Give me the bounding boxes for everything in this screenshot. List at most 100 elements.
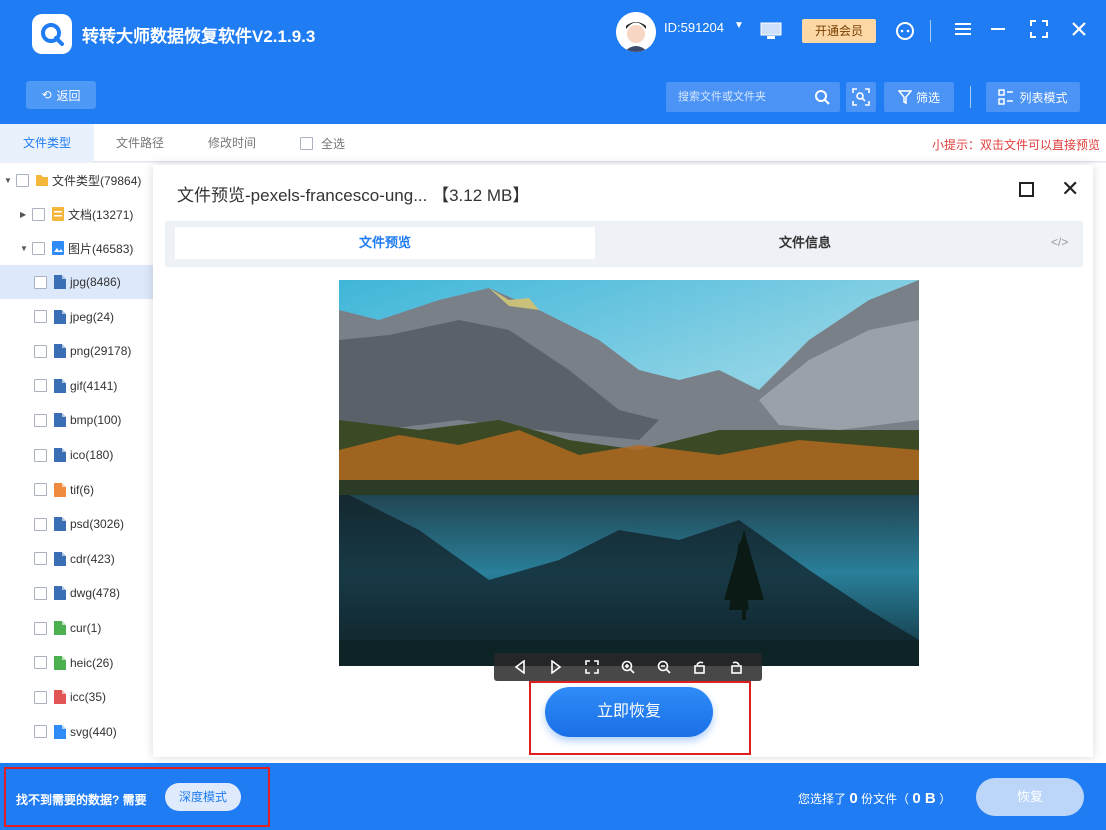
rotate-right-icon[interactable] [727,658,745,676]
tree-checkbox[interactable] [34,275,47,289]
tree-checkbox[interactable] [34,448,47,462]
recover-now-button[interactable]: 立即恢复 [545,687,713,737]
tree-label: cur(1) [70,621,102,635]
image-preview [339,280,919,666]
close-icon[interactable]: ✕ [1061,178,1079,200]
support-icon[interactable] [894,20,916,47]
user-id[interactable]: ID:591204 [664,20,724,35]
list-mode-label: 列表模式 [1019,90,1068,105]
tree-label: gif(4141) [70,378,118,393]
tree-item[interactable]: psd(3026) [0,507,156,541]
next-icon[interactable] [547,658,565,676]
tree-item[interactable]: jpg(8486) [0,265,156,299]
icc-file-icon [53,689,67,705]
fit-screen-icon[interactable] [583,658,601,676]
minimize-icon[interactable] [990,20,1006,43]
select-all-label: 全选 [321,137,346,151]
tree-checkbox[interactable] [34,621,47,635]
tab-file-type[interactable]: 文件类型 [0,124,94,162]
tree-checkbox[interactable] [34,552,47,566]
folder-icon [35,172,49,188]
menu-icon[interactable] [954,20,972,43]
tree-checkbox[interactable] [34,517,47,531]
tree-item[interactable]: png(29178) [0,334,156,368]
tree-checkbox[interactable] [34,586,47,600]
tree-label: jpg(8486) [70,275,121,289]
zoom-in-icon[interactable] [619,658,637,676]
tab-file-preview[interactable]: 文件预览 [175,227,595,259]
image-folder-icon [51,240,65,256]
filter-label: 筛选 [915,90,940,105]
dialog-tabs: 文件预览 文件信息 </> [165,221,1083,267]
tree-label: bmp(100) [70,413,122,428]
tree-item[interactable]: dwg(478) [0,576,156,610]
heic-file-icon [53,655,67,671]
tree-checkbox[interactable] [34,310,47,324]
image-file-icon [53,412,67,428]
fullscreen-icon[interactable] [1030,20,1048,43]
tree-checkbox[interactable] [16,173,29,187]
tree-item[interactable]: ico(180) [0,438,156,472]
tree-images[interactable]: ▼ 图片(46583) [0,231,156,265]
expand-arrow-icon[interactable]: ▶ [20,210,30,219]
tree-checkbox[interactable] [34,690,47,704]
tree-root[interactable]: ▼ 文件类型(79864) [0,163,156,197]
tree-label: png(29178) [70,344,132,359]
header-divider [930,20,931,42]
zoom-out-icon[interactable] [655,658,673,676]
image-toolbar [494,653,762,681]
search-icon[interactable] [814,89,830,110]
user-avatar[interactable] [616,12,656,52]
chevron-down-icon[interactable]: ▼ [734,20,744,31]
recover-button[interactable]: 恢复 [976,778,1084,816]
tree-checkbox[interactable] [34,725,47,739]
tab-file-info[interactable]: 文件信息 [595,227,1015,259]
tree-item[interactable]: gif(4141) [0,369,156,403]
selected-prefix: 您选择了 [798,792,847,806]
app-header: 转转大师数据恢复软件V2.1.9.3 ID:591204 ▼ 开通会员 ⟲ 返回… [0,0,1106,124]
tree-checkbox[interactable] [34,413,47,427]
select-all[interactable]: 全选 [300,135,345,152]
tab-file-path[interactable]: 文件路径 [94,124,186,162]
tree-checkbox[interactable] [34,379,47,393]
tree-label: dwg(478) [70,586,121,601]
tree-item[interactable]: cur(1) [0,611,156,645]
tree-checkbox[interactable] [34,656,47,670]
tree-item[interactable]: bmp(100) [0,403,156,437]
tree-docs[interactable]: ▶ 文档(13271) [0,197,156,231]
select-all-checkbox[interactable] [300,137,313,150]
expand-arrow-icon[interactable]: ▼ [4,176,14,185]
tree-item[interactable]: cdr(423) [0,542,156,576]
tree-checkbox[interactable] [34,483,47,497]
tree-label: svg(440) [70,724,117,739]
svg-file-icon [53,724,67,740]
back-button[interactable]: ⟲ 返回 [26,81,96,109]
tab-modified-time[interactable]: 修改时间 [186,124,278,162]
tree-item[interactable]: heic(26) [0,646,156,680]
tree-checkbox[interactable] [34,344,47,358]
deep-mode-button[interactable]: 深度模式 [165,783,241,811]
tree-checkbox[interactable] [32,241,45,255]
image-file-icon [53,516,67,532]
vip-button[interactable]: 开通会员 [802,19,876,43]
tree-item[interactable]: icc(35) [0,680,156,714]
app-logo [32,14,72,54]
search-input[interactable] [666,82,811,112]
filter-button[interactable]: 筛选 [884,82,954,112]
tree-checkbox[interactable] [32,207,45,221]
previous-icon[interactable] [511,658,529,676]
image-file-icon [53,447,67,463]
tree-item[interactable]: tif(6) [0,473,156,507]
monitor-icon[interactable] [760,22,782,45]
tree-item[interactable]: jpeg(24) [0,300,156,334]
tip-text: 小提示：双击文件可以直接预览 [931,138,1100,152]
close-app-icon[interactable] [1070,20,1088,43]
code-icon[interactable]: </> [1051,235,1068,249]
expand-arrow-icon[interactable]: ▼ [20,244,30,253]
search-scan-button[interactable] [846,82,876,112]
rotate-left-icon[interactable] [691,658,709,676]
maximize-icon[interactable] [1019,182,1034,197]
tree-item[interactable]: svg(440) [0,715,156,749]
list-mode-button[interactable]: 列表模式 [986,82,1080,112]
tree-label: 文档(13271) [68,207,134,222]
